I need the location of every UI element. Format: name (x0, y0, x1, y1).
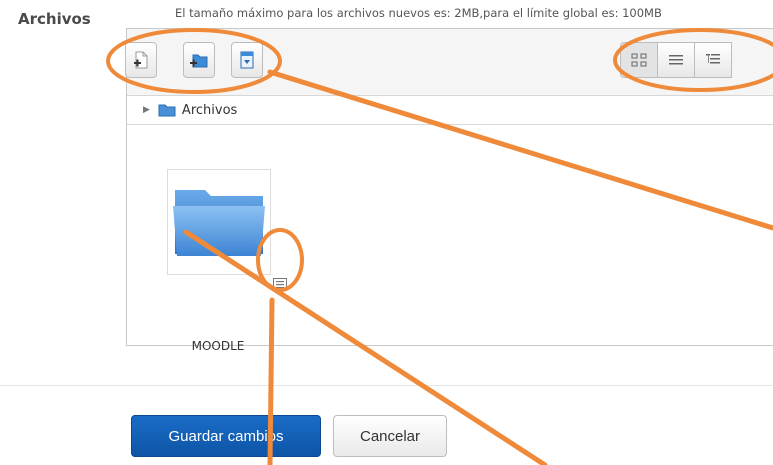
file-add-icon (134, 51, 148, 69)
add-file-button[interactable] (125, 42, 157, 78)
folder-add-icon (190, 54, 208, 68)
list-icon (669, 55, 683, 65)
grid-icon (631, 53, 647, 67)
tree-icon (706, 54, 720, 64)
file-manager: ▶ Archivos MOODLE (125, 28, 773, 353)
context-menu-icon[interactable] (273, 278, 287, 291)
tree-view-button[interactable] (694, 42, 732, 78)
breadcrumb: ▶ Archivos (127, 96, 773, 125)
max-size-note: El tamaño máximo para los archivos nuevo… (175, 6, 662, 20)
file-item[interactable] (167, 169, 271, 275)
view-switcher (620, 42, 732, 78)
icons-view-button[interactable] (620, 42, 658, 78)
divider (0, 385, 773, 386)
file-name: MOODLE (191, 339, 245, 353)
folder-icon (158, 104, 176, 117)
save-changes-button[interactable]: Guardar cambios (131, 415, 321, 457)
create-folder-button[interactable] (183, 42, 215, 78)
breadcrumb-folder[interactable]: Archivos (182, 103, 237, 118)
expand-arrow-icon[interactable]: ▶ (143, 105, 150, 115)
download-all-button[interactable] (231, 42, 263, 78)
folder-icon (173, 190, 265, 256)
cancel-button[interactable]: Cancelar (333, 415, 447, 457)
field-label: Archivos (18, 10, 91, 28)
list-view-button[interactable] (657, 42, 695, 78)
file-manager-toolbar (125, 29, 773, 96)
download-icon (240, 51, 254, 69)
